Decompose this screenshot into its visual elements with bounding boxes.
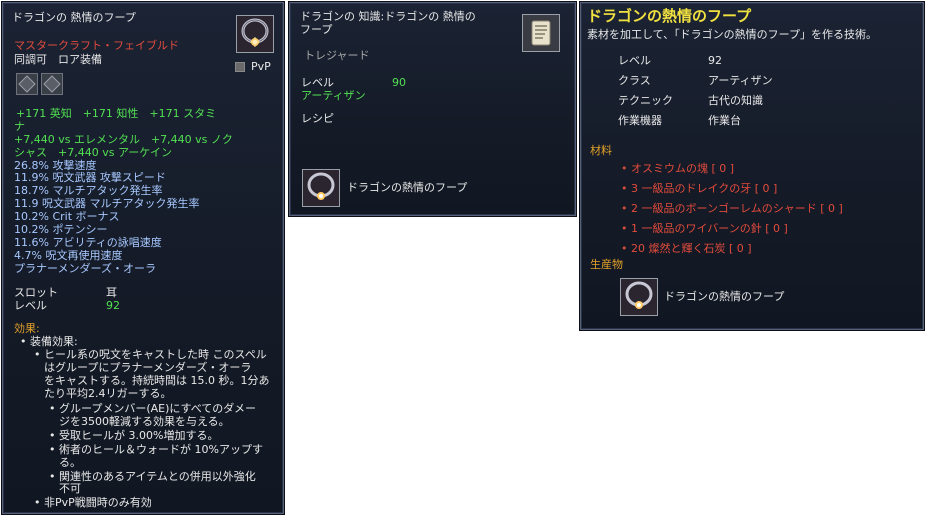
item-rarity: マスタークラフト・フェイブルド	[14, 39, 179, 52]
detail-row-value: 古代の知識	[708, 94, 763, 107]
pvp-restriction-text: 非PvP戦闘時のみ有効	[44, 496, 152, 509]
effect-line: をキャストする。持続時間は 15.0 秒。1分あ	[44, 374, 270, 387]
detail-row-value: アーティザン	[708, 74, 773, 87]
adornment-slot-2[interactable]	[41, 73, 63, 95]
stat-line: シャス +7,440 vs アーケイン	[14, 146, 173, 159]
modifier-line: プラナーメンダーズ・オーラ	[14, 262, 157, 275]
detail-row-label: テクニック	[618, 94, 673, 107]
recipe-description: 素材を加工して、「ドラゴンの熱情のフープ」を作る技術。	[587, 28, 877, 41]
recipe-detail-title: ドラゴンの熱情のフープ	[587, 7, 752, 25]
sub-effect-cont: ジを3500軽減する効果を与える。	[59, 415, 230, 428]
stat-line: +171 英知 +171 知性 +171 スタミ	[16, 107, 217, 120]
pvp-checkbox[interactable]	[235, 62, 245, 72]
recipe-book-title: ドラゴンの 知識:ドラゴンの 熱情の	[300, 10, 476, 23]
recipe-label: レシピ	[301, 112, 334, 125]
slot-value: 耳	[106, 286, 117, 299]
recipe-detail-window: ドラゴンの熱情のフープ 素材を加工して、「ドラゴンの熱情のフープ」を作る技術。 …	[579, 1, 925, 331]
product-name[interactable]: ドラゴンの熱情のフープ	[664, 290, 784, 304]
hoop-earring-icon	[237, 16, 273, 52]
recipe-book-title-cont: フープ	[300, 23, 333, 36]
detail-row-label: クラス	[618, 74, 651, 87]
detail-row-label: レベル	[618, 54, 651, 67]
modifier-line: 4.7% 呪文再使用速度	[14, 249, 123, 262]
sub-effect: • 術者のヒール＆ウォードが 10%アップす	[49, 443, 263, 456]
scroll-icon	[523, 15, 559, 51]
recipe-book-window: ドラゴンの 知識:ドラゴンの 熱情の フープ トレジャード レベル 90 アーテ…	[288, 1, 577, 217]
slot-label: スロット	[14, 286, 58, 299]
product-icon-frame[interactable]	[620, 278, 658, 316]
equip-effect-heading: • 装備効果:	[20, 335, 78, 348]
hoop-earring-icon	[303, 170, 339, 206]
adornment-slot-icon	[43, 75, 61, 93]
adornment-slot-1[interactable]	[16, 73, 38, 95]
recipe-icon-frame[interactable]	[522, 14, 560, 52]
item-title: ドラゴンの 熱情のフープ	[12, 11, 136, 24]
item-examine-window: ドラゴンの 熱情のフープ マスタークラフト・フェイブルド 同調可 ロア装備 Pv…	[1, 1, 285, 515]
detail-row-value: 作業台	[708, 114, 741, 127]
recipe-level-value: 90	[392, 76, 406, 89]
stat-line: +7,440 vs エレメンタル +7,440 vs ノク	[14, 133, 233, 146]
effects-heading: 効果:	[14, 322, 40, 335]
material-item[interactable]: 3 一級品のドレイクの牙 [ 0 ]	[621, 182, 777, 196]
pvp-restriction: • 非PvP戦闘時のみ有効	[34, 496, 152, 509]
effect-line: はグループにプラナーメンダーズ・オーラ	[44, 361, 252, 374]
level-value: 92	[106, 299, 120, 312]
sub-effect: • グループメンバー(AE)にすべてのダメー	[49, 402, 256, 415]
effect-line: • ヒール系の呪文をキャストした時 このスペル	[34, 348, 267, 361]
recipe-tier: トレジャード	[304, 49, 370, 62]
recipe-product-icon-frame[interactable]	[302, 169, 340, 207]
modifier-line: 10.2% Crit ボーナス	[14, 210, 120, 223]
stat-line: ナ	[14, 120, 25, 133]
materials-heading: 材料	[590, 144, 612, 157]
detail-row-value: 92	[708, 54, 722, 67]
recipe-level-label: レベル	[301, 76, 334, 89]
material-item[interactable]: オスミウムの塊 [ 0 ]	[621, 162, 734, 176]
level-label: レベル	[14, 299, 47, 312]
recipe-product-name[interactable]: ドラゴンの熱情のフープ	[347, 181, 467, 195]
sub-effect: • 受取ヒールが 3.00%増加する。	[49, 429, 219, 442]
sub-effect-cont: る。	[59, 456, 81, 469]
adornment-slot-icon	[18, 75, 36, 93]
material-item[interactable]: 20 燦然と輝く石炭 [ 0 ]	[621, 242, 752, 256]
product-heading: 生産物	[590, 258, 623, 271]
recipe-class: アーティザン	[301, 89, 366, 102]
hoop-earring-icon	[621, 279, 657, 315]
modifier-line: 10.2% ポテンシー	[14, 223, 108, 236]
sub-effect-text: 受取ヒールが 3.00%増加する。	[59, 429, 219, 442]
modifier-line: 11.9 呪文武器 マルチアタック発生率	[14, 197, 200, 210]
material-item[interactable]: 1 一級品のワイバーンの針 [ 0 ]	[621, 222, 788, 236]
effect-text: ヒール系の呪文をキャストした時 このスペル	[44, 348, 267, 361]
equip-effect-label: 装備効果:	[30, 335, 78, 348]
item-icon-frame[interactable]	[236, 15, 274, 53]
sub-effect-text: 術者のヒール＆ウォードが 10%アップす	[59, 443, 263, 456]
modifier-line: 11.6% アビリティの詠唱速度	[14, 236, 162, 249]
item-flags: 同調可 ロア装備	[14, 53, 102, 66]
effect-line: たり平均2.4リガーする。	[44, 387, 172, 400]
pvp-label: PvP	[251, 60, 271, 73]
modifier-line: 11.9% 呪文武器 攻撃スピード	[14, 171, 166, 184]
sub-effect-cont: 不可	[59, 482, 81, 495]
detail-row-label: 作業機器	[618, 114, 662, 127]
modifier-line: 18.7% マルチアタック発生率	[14, 184, 163, 197]
sub-effect-text: グループメンバー(AE)にすべてのダメー	[59, 402, 256, 415]
material-item[interactable]: 2 一級品のボーンゴーレムのシャード [ 0 ]	[621, 202, 843, 216]
sub-effect-text: 関連性のあるアイテムとの併用以外強化	[59, 470, 256, 483]
